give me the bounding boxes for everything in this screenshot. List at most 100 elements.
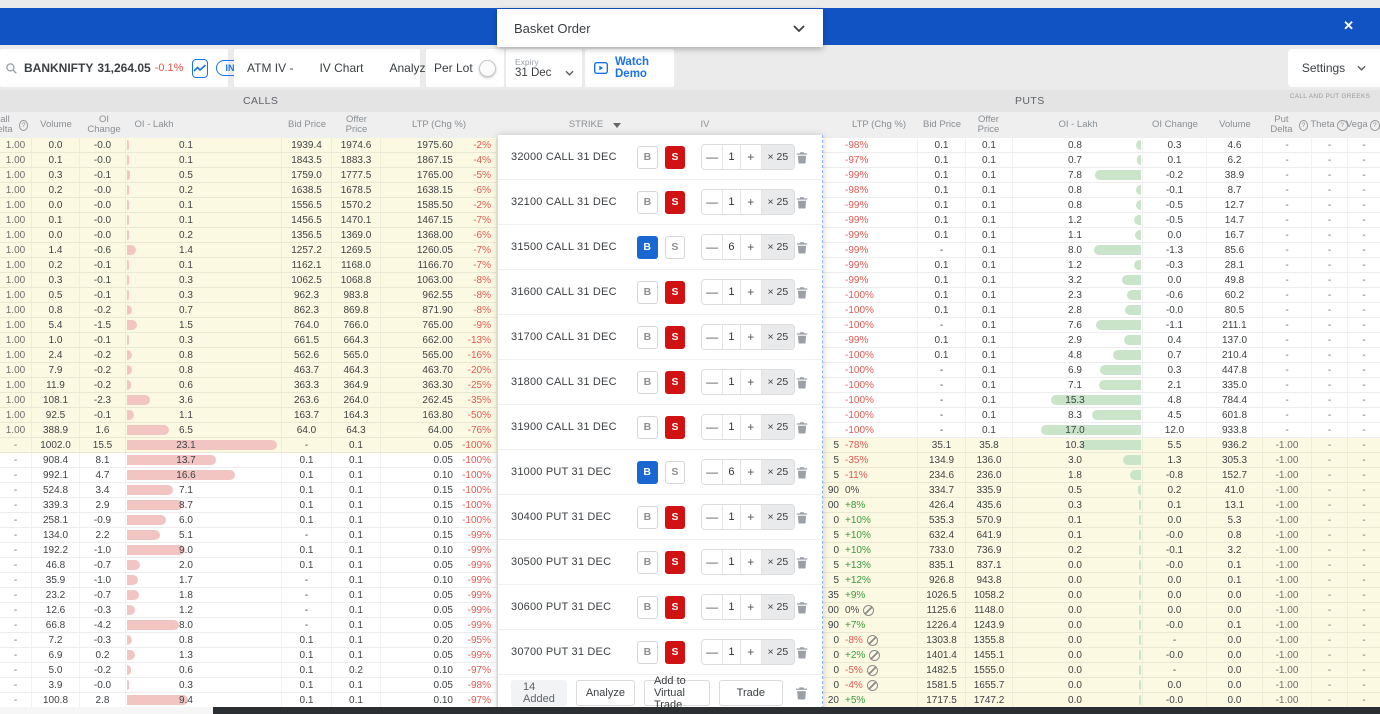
- put-row[interactable]: -99% 0.1 0.1 2.9 0.4 137.0- - -: [823, 333, 1380, 348]
- put-row[interactable]: 5 -11% 234.6 236.0 1.8 -0.8 152.7 -1.00- -: [823, 468, 1380, 483]
- put-row[interactable]: -99% 0.1 0.1 3.2 0.0 49.8- - -: [823, 273, 1380, 288]
- decrement-button[interactable]: —: [702, 595, 723, 619]
- call-row[interactable]: -46.8 -0.7 2.0 0.1 0.1 0.05 -99%: [0, 558, 497, 573]
- increment-button[interactable]: +: [741, 145, 762, 169]
- sell-toggle[interactable]: S: [664, 190, 686, 214]
- put-row[interactable]: 5 +12% 926.8 943.8 0.0 0.0 0.1 -1.00- -: [823, 573, 1380, 588]
- decrement-button[interactable]: —: [702, 235, 723, 259]
- put-row[interactable]: 0 -4% 1581.5 1655.7 0.0 0.0 0.0 -1.00- -: [823, 678, 1380, 693]
- increment-button[interactable]: +: [741, 595, 762, 619]
- put-row[interactable]: -97% 0.1 0.1 0.7 0.1 6.2- - -: [823, 153, 1380, 168]
- quantity-value[interactable]: 1: [722, 595, 741, 619]
- horizontal-scrollbar[interactable]: [0, 707, 1380, 714]
- put-row[interactable]: -99% 0.1 0.1 0.8 -0.5 12.7- - -: [823, 198, 1380, 213]
- put-row[interactable]: 90 0% 334.7 335.9 0.5 0.2 41.0 -1.00- -: [823, 483, 1380, 498]
- put-row[interactable]: -100% -0.1 7.6 -1.1 211.1- - -: [823, 318, 1380, 333]
- delete-item-trash-icon[interactable]: [795, 555, 809, 570]
- add-to-virtual-trade-button[interactable]: Add to Virtual Trade: [643, 675, 710, 711]
- atm-iv-button[interactable]: ATM IV -: [234, 61, 306, 75]
- call-row[interactable]: -7.2 -0.3 0.8 0.1 0.1 0.20 -95%: [0, 633, 497, 648]
- call-row[interactable]: -66.8 -4.2 8.0-0.1 0.05 -99%: [0, 618, 497, 633]
- delete-item-trash-icon[interactable]: [795, 240, 809, 255]
- delete-item-trash-icon[interactable]: [795, 330, 809, 345]
- decrement-button[interactable]: —: [702, 280, 723, 304]
- put-row[interactable]: -100% 0.1 0.1 2.3 -0.6 60.2- - -: [823, 288, 1380, 303]
- delete-item-trash-icon[interactable]: [795, 285, 809, 300]
- increment-button[interactable]: +: [741, 460, 762, 484]
- delete-item-trash-icon[interactable]: [795, 645, 809, 660]
- delete-item-trash-icon[interactable]: [795, 375, 809, 390]
- decrement-button[interactable]: —: [702, 370, 723, 394]
- delete-item-trash-icon[interactable]: [795, 600, 809, 615]
- increment-button[interactable]: +: [741, 370, 762, 394]
- put-row[interactable]: -100% 0.1 0.1 4.8 0.7 210.4- - -: [823, 348, 1380, 363]
- buy-toggle[interactable]: B: [636, 415, 658, 439]
- call-row[interactable]: -1002.0 15.5 23.1-0.1 0.05 -100%: [0, 438, 497, 453]
- quantity-value[interactable]: 1: [722, 550, 741, 574]
- put-row[interactable]: 20 +5% 1717.5 1747.2 0.0 -0.0 0.0 -1.00- -: [823, 693, 1380, 708]
- call-row[interactable]: -5.0 -0.2 0.6 0.1 0.2 0.10 -97%: [0, 663, 497, 678]
- call-row[interactable]: 1.00 0.3 -0.1 0.3 1062.5 1068.8 1063.00 -8%: [0, 273, 497, 288]
- sell-toggle[interactable]: S: [664, 595, 686, 619]
- buy-toggle[interactable]: B: [636, 145, 658, 169]
- help-icon[interactable]: ?: [19, 119, 28, 131]
- increment-button[interactable]: +: [741, 640, 762, 664]
- put-row[interactable]: -100% -0.1 8.3 4.5 601.8- - -: [823, 408, 1380, 423]
- decrement-button[interactable]: —: [702, 460, 723, 484]
- decrement-button[interactable]: —: [702, 505, 723, 529]
- call-row[interactable]: 1.00 0.8 -0.2 0.7 862.3 869.8 871.90 -8%: [0, 303, 497, 318]
- call-row[interactable]: 1.00 0.3 -0.1 0.5 1759.0 1777.5 1765.00 -5%: [0, 168, 497, 183]
- quantity-value[interactable]: 1: [722, 280, 741, 304]
- buy-toggle[interactable]: B: [636, 280, 658, 304]
- search-icon[interactable]: [5, 62, 18, 75]
- sell-toggle[interactable]: S: [664, 640, 686, 664]
- put-row[interactable]: 5 -78% 35.1 35.8 10.3 5.5 936.2 -1.00- -: [823, 438, 1380, 453]
- buy-toggle[interactable]: B: [636, 460, 658, 484]
- put-row[interactable]: 0 +10% 535.3 570.9 0.1 0.0 5.3 -1.00- -: [823, 513, 1380, 528]
- close-icon[interactable]: ✕: [1343, 18, 1354, 34]
- put-row[interactable]: -99% 0.1 0.1 1.1 0.0 16.7- - -: [823, 228, 1380, 243]
- put-row[interactable]: -100% -0.1 17.0 12.0 933.8- - -: [823, 423, 1380, 438]
- call-row[interactable]: -992.1 4.7 16.6 0.1 0.1 0.10 -100%: [0, 468, 497, 483]
- sell-toggle[interactable]: S: [664, 370, 686, 394]
- symbol-name[interactable]: BANKNIFTY: [24, 61, 93, 75]
- call-row[interactable]: -35.9 -1.0 1.7-0.1 0.10 -99%: [0, 573, 497, 588]
- decrement-button[interactable]: —: [702, 190, 723, 214]
- buy-toggle[interactable]: B: [636, 550, 658, 574]
- call-row[interactable]: -6.9 0.2 1.3 0.1 0.1 0.05 -99%: [0, 648, 497, 663]
- call-row[interactable]: 1.00 11.9 -0.2 0.6 363.3 364.9 363.30 -25%: [0, 378, 497, 393]
- buy-toggle[interactable]: B: [636, 595, 658, 619]
- increment-button[interactable]: +: [741, 190, 762, 214]
- delete-item-trash-icon[interactable]: [795, 510, 809, 525]
- quantity-value[interactable]: 1: [722, 415, 741, 439]
- sell-toggle[interactable]: S: [664, 235, 686, 259]
- put-row[interactable]: 90 +7% 1226.4 1243.9 0.0 -0.0 0.1 -1.00- -: [823, 618, 1380, 633]
- call-row[interactable]: 1.00 1.0 -0.1 0.3 661.5 664.3 662.00 -13%: [0, 333, 497, 348]
- put-row[interactable]: -99% 0.1 0.1 1.2 -0.3 28.1- - -: [823, 258, 1380, 273]
- call-row[interactable]: 1.00 0.0 -0.0 0.1 1556.5 1570.2 1585.50 -2%: [0, 198, 497, 213]
- increment-button[interactable]: +: [741, 280, 762, 304]
- quantity-value[interactable]: 1: [722, 190, 741, 214]
- per-lot-toggle[interactable]: [478, 59, 496, 77]
- put-row[interactable]: -100% -0.1 15.3 4.8 784.4- - -: [823, 393, 1380, 408]
- help-icon[interactable]: ?: [1298, 119, 1308, 131]
- put-row[interactable]: 00 +8% 426.4 435.6 0.3 0.1 13.1 -1.00- -: [823, 498, 1380, 513]
- put-row[interactable]: -100% 0.1 0.1 2.8 -0.0 80.5- - -: [823, 303, 1380, 318]
- call-row[interactable]: 1.00 0.5 -0.1 0.3 962.3 983.8 962.55 -8%: [0, 288, 497, 303]
- clear-basket-trash-icon[interactable]: [794, 685, 809, 701]
- put-row[interactable]: 35 +9% 1026.5 1058.2 0.0 0.0 0.0 -1.00- -: [823, 588, 1380, 603]
- delete-item-trash-icon[interactable]: [795, 150, 809, 165]
- increment-button[interactable]: +: [741, 235, 762, 259]
- buy-toggle[interactable]: B: [636, 370, 658, 394]
- put-row[interactable]: 0 +2% 1401.4 1455.1 0.0 -0.0 0.0 -1.00- -: [823, 648, 1380, 663]
- basket-order-header[interactable]: Basket Order: [497, 9, 823, 47]
- sell-toggle[interactable]: S: [664, 145, 686, 169]
- call-row[interactable]: 1.00 2.4 -0.2 0.8 562.6 565.0 565.00 -16%: [0, 348, 497, 363]
- call-row[interactable]: 1.00 7.9 -0.2 0.8 463.7 464.3 463.70 -20%: [0, 363, 497, 378]
- decrement-button[interactable]: —: [702, 325, 723, 349]
- decrement-button[interactable]: —: [702, 145, 723, 169]
- buy-toggle[interactable]: B: [636, 190, 658, 214]
- expiry-selector[interactable]: Expiry 31 Dec: [506, 49, 582, 87]
- sell-toggle[interactable]: S: [664, 505, 686, 529]
- chart-icon[interactable]: [192, 58, 209, 78]
